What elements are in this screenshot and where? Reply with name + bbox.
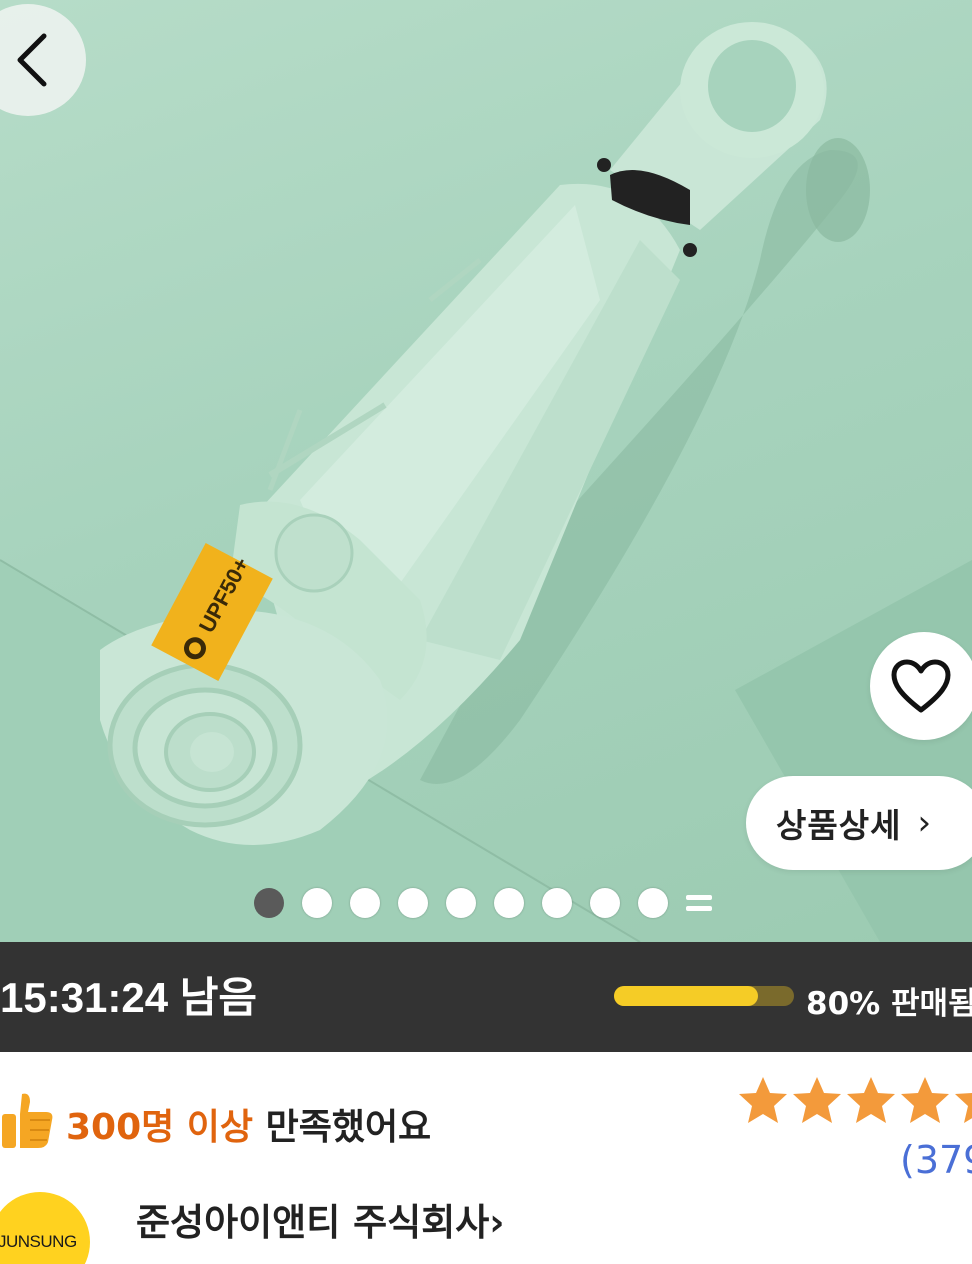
carousel-dot[interactable] [494,888,524,918]
seller-logo-text: JUNSUNG [0,1232,77,1251]
seller-logo[interactable]: JUNSUNG [0,1192,90,1264]
chevron-left-icon [17,33,47,87]
satisfaction-rest: 만족했어요 [253,1107,432,1148]
sold-progress-bar [614,986,794,1006]
product-detail-button[interactable]: 상품상세 › [746,776,972,870]
star-icon [955,1093,972,1123]
carousel-dot[interactable] [590,888,620,918]
star-icon [901,1077,949,1123]
rating-stars [736,1074,972,1128]
countdown-remaining-label: 남음 [179,973,258,1022]
countdown-time: 15:31:24 [0,974,169,1021]
satisfaction-text: 300명 이상 만족했어요 [66,1098,431,1150]
chevron-right-icon: › [917,803,932,843]
countdown: 15:31:24 남음 [0,964,257,1025]
more-dots-icon [686,890,712,916]
star-icon [739,1077,787,1123]
review-count-link[interactable]: (379 [900,1138,972,1182]
satisfaction-highlight: 300명 이상 [66,1107,254,1148]
product-image-carousel[interactable]: UPF50+ 상품상세 › [0,0,972,942]
carousel-dot[interactable] [350,888,380,918]
seller-name: 준성아이앤티 주식회사 [136,1201,490,1244]
carousel-dot[interactable] [446,888,476,918]
carousel-dot[interactable] [542,888,572,918]
sold-percent-text: 80% 판매됨 [806,986,972,1022]
wishlist-button[interactable] [870,632,972,740]
carousel-indicator [254,888,712,918]
star-icon [847,1077,895,1123]
carousel-dot[interactable] [254,888,284,918]
thumbs-up-icon [2,1093,53,1148]
deal-timer-bar: 15:31:24 남음 80% 판매됨 [0,942,972,1052]
chevron-right-icon: › [489,1201,505,1244]
sold-progress-fill [614,986,758,1006]
carousel-dot[interactable] [302,888,332,918]
heart-outline-icon [891,659,951,713]
seller-name-link[interactable]: 준성아이앤티 주식회사› [136,1192,505,1246]
carousel-dot[interactable] [398,888,428,918]
star-icon [793,1077,841,1123]
carousel-dot[interactable] [638,888,668,918]
product-detail-label: 상품상세 [776,806,902,845]
